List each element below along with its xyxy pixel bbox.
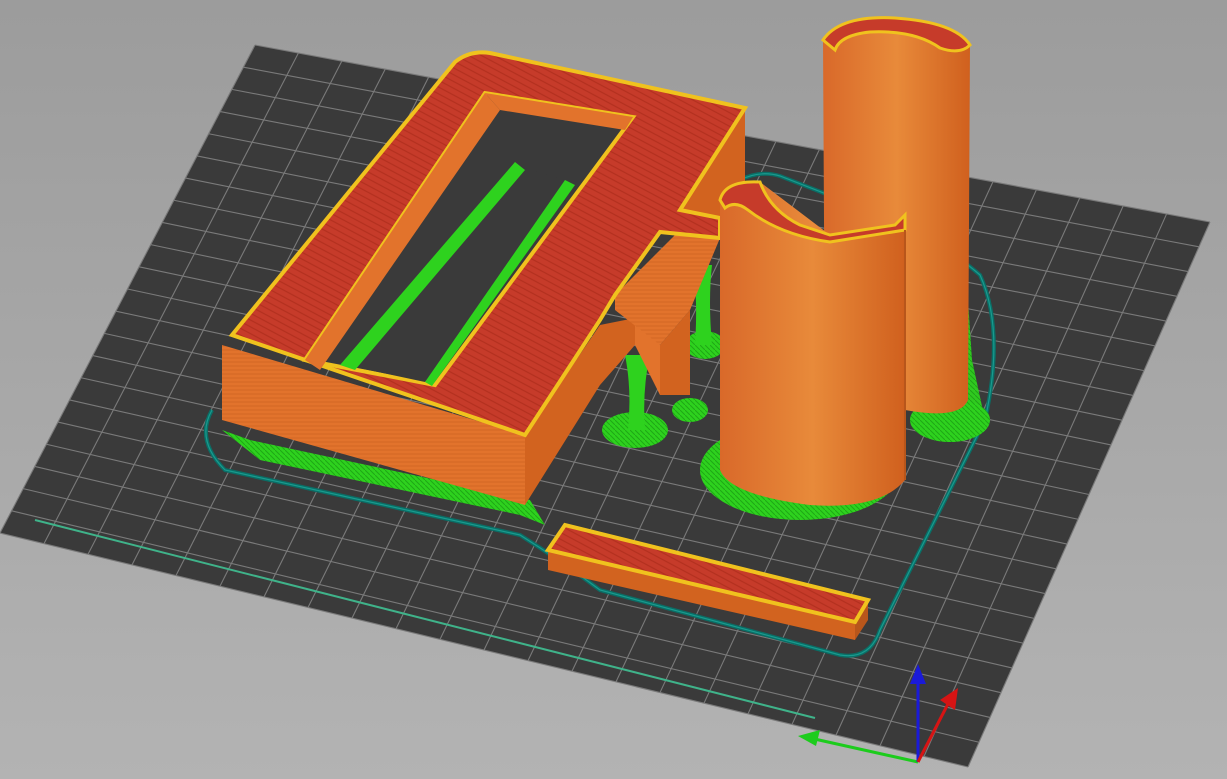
3d-scene[interactable] [0, 0, 1227, 779]
3d-preview-viewport[interactable] [0, 0, 1227, 779]
support-pad-2 [672, 398, 708, 422]
